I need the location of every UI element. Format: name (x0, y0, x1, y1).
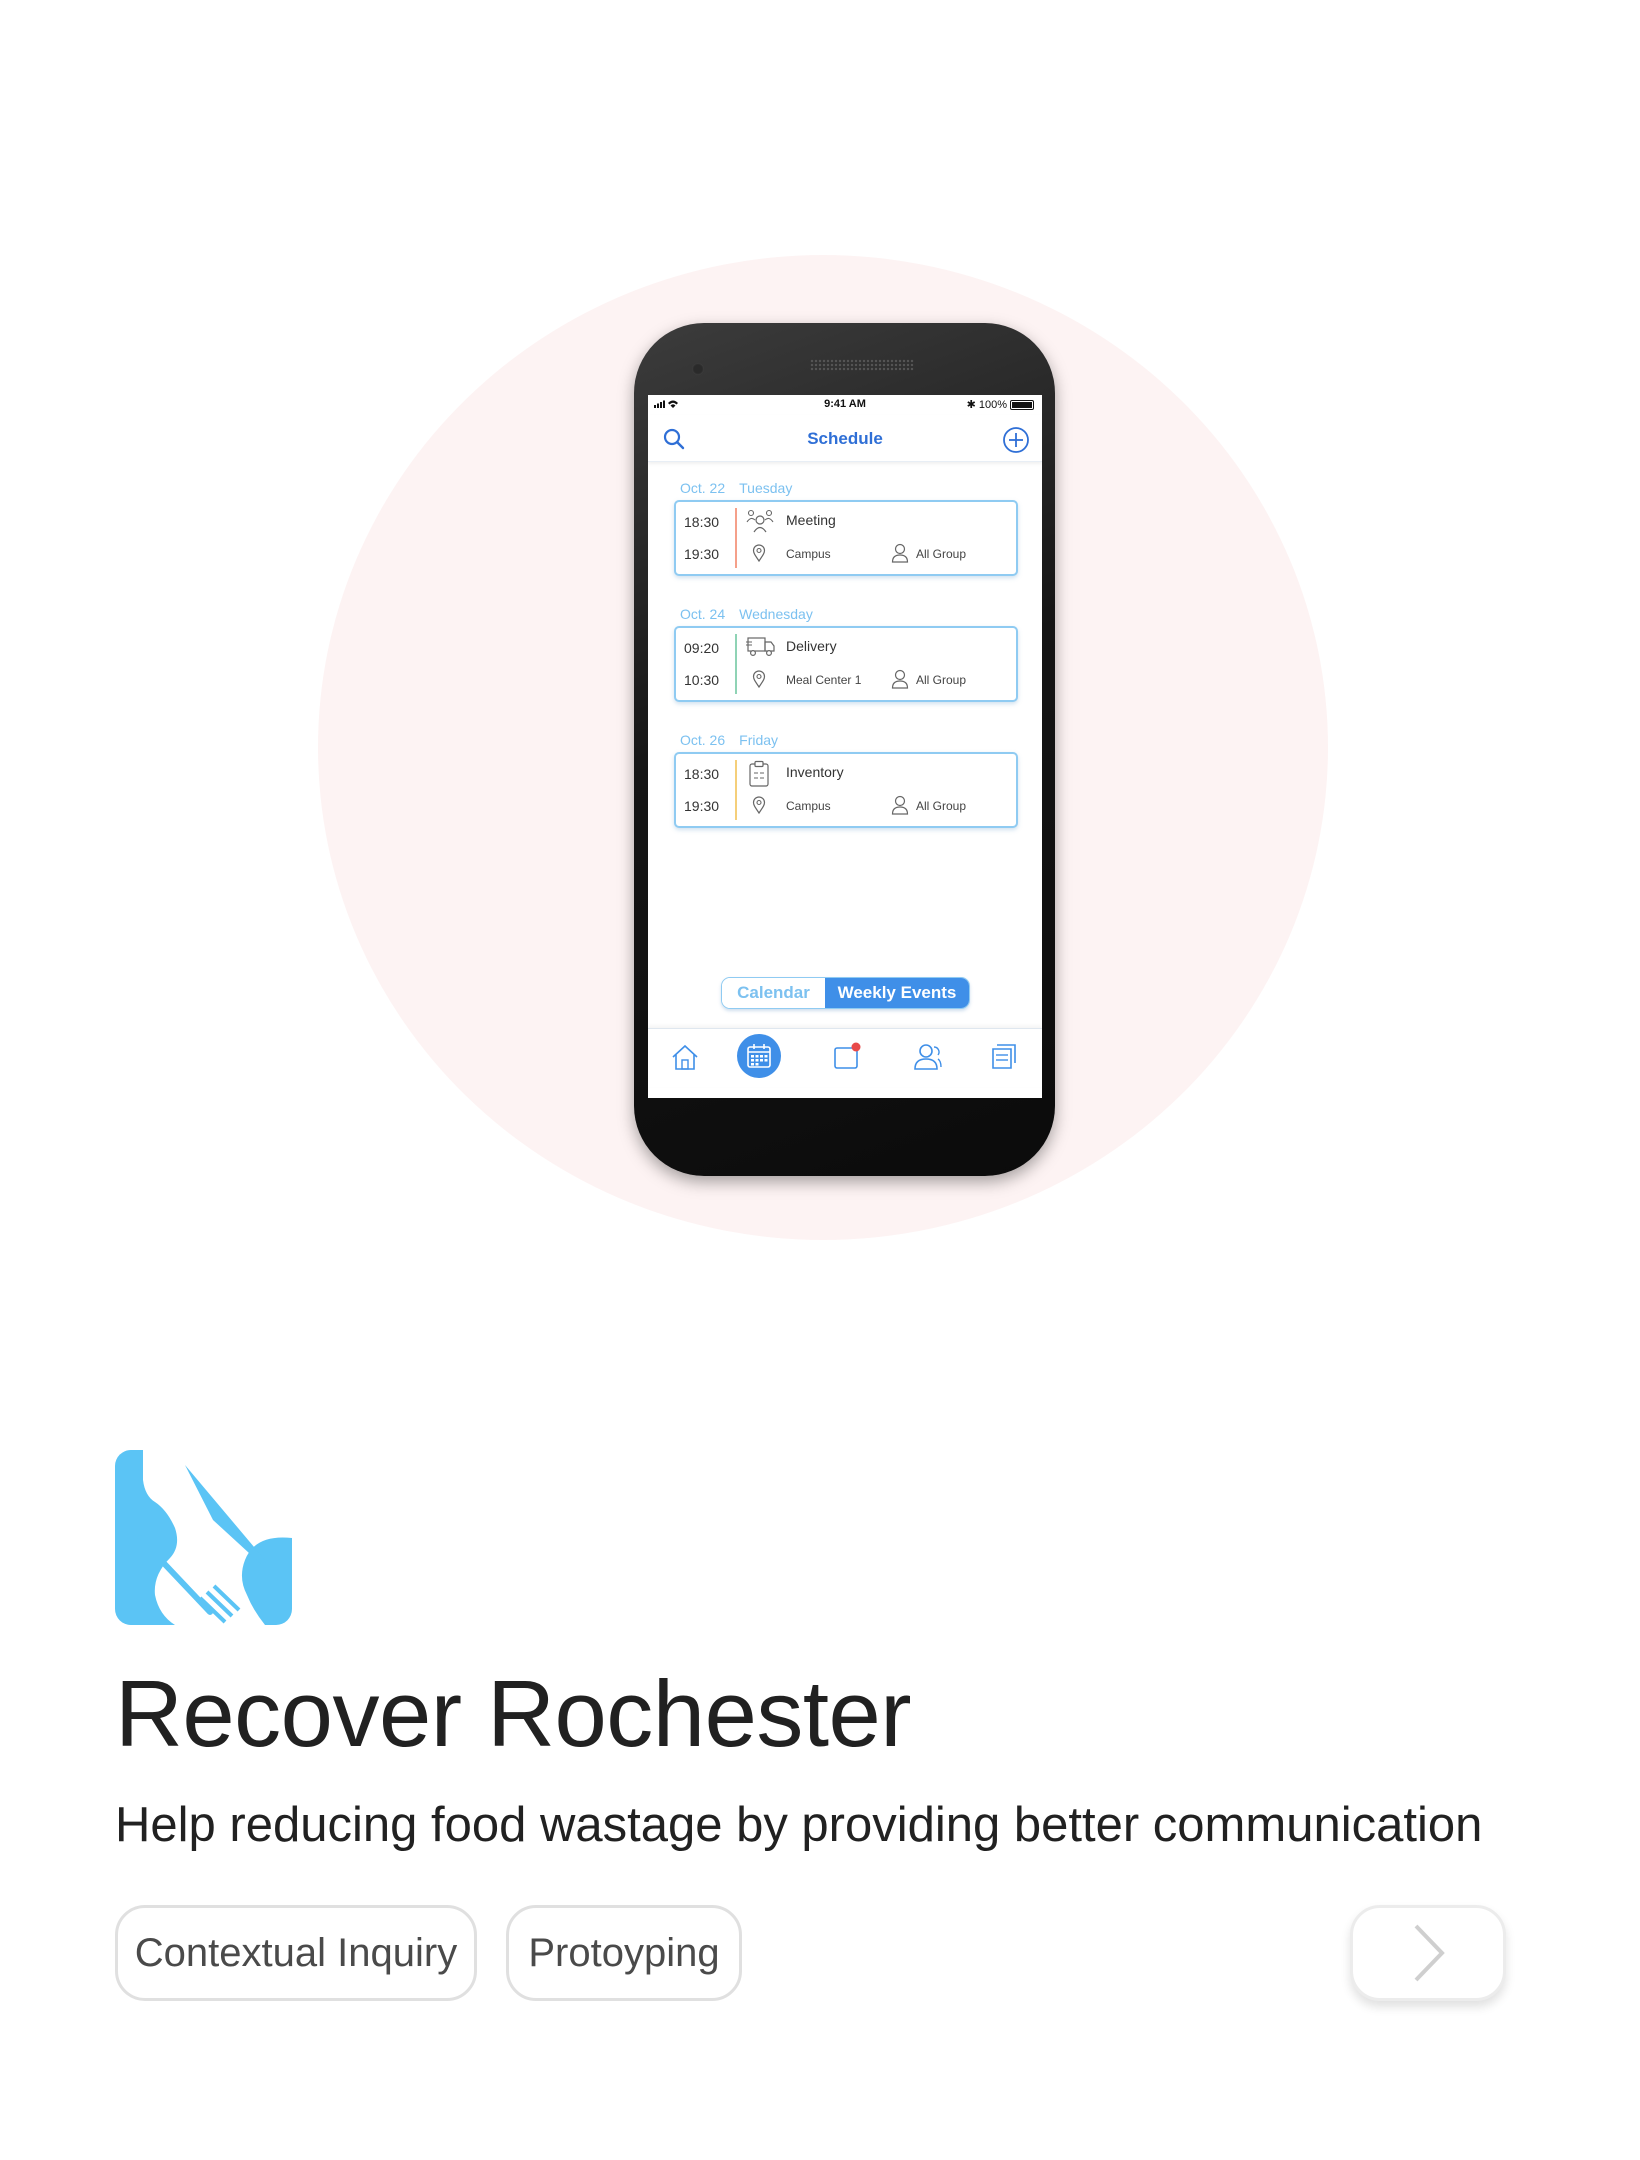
chevron-right-icon (1414, 1924, 1445, 1982)
project-title: Recover Rochester (115, 1661, 912, 1766)
event-end-time: 19:30 (684, 546, 720, 562)
status-battery: ✱ 100% (967, 398, 1034, 411)
documents-icon[interactable] (989, 1041, 1019, 1076)
event-card[interactable]: 09:20 10:30 Delivery Meal Center 1 All G… (674, 626, 1018, 702)
location-pin-icon (752, 796, 766, 819)
tab-bar (648, 1028, 1042, 1087)
battery-percent: 100% (978, 398, 1007, 411)
location-pin-icon (752, 544, 766, 567)
event-accent-bar (735, 760, 737, 820)
day-weekday: Tuesday (739, 480, 793, 496)
event-start-time: 18:30 (684, 514, 720, 530)
calendar-toggle-button[interactable]: Calendar (722, 978, 825, 1008)
notification-icon[interactable] (832, 1041, 862, 1076)
event-start-time: 09:20 (684, 640, 720, 656)
add-event-icon[interactable] (1002, 426, 1030, 459)
event-name: Meeting (786, 512, 836, 528)
phone-speaker (810, 359, 914, 371)
event-location: Campus (786, 547, 831, 561)
clipboard-icon (746, 760, 772, 793)
event-location: Meal Center 1 (786, 673, 862, 687)
event-end-time: 19:30 (684, 798, 720, 814)
knife-fork-logo-icon (115, 1450, 292, 1625)
weekly-events-toggle-button[interactable]: Weekly Events (825, 978, 969, 1008)
tag-chip[interactable]: Protoyping (506, 1905, 742, 2001)
event-group: All Group (916, 673, 967, 687)
event-location: Campus (786, 799, 831, 813)
phone-screen: 9:41 AM ✱ 100% Schedule Oct. 22 Tuesday 1… (648, 395, 1042, 1098)
bluetooth-icon: ✱ (966, 399, 976, 411)
day-weekday: Wednesday (739, 606, 813, 622)
app-header: Schedule (648, 415, 1042, 462)
event-name: Delivery (786, 638, 837, 654)
battery-icon (1010, 399, 1034, 410)
user-icon (891, 669, 909, 694)
event-end-time: 10:30 (684, 672, 720, 688)
event-group: All Group (916, 547, 967, 561)
view-toggle: Calendar Weekly Events (721, 977, 970, 1009)
event-card[interactable]: 18:30 19:30 Meeting Campus All Group (674, 500, 1018, 576)
phone-camera (692, 363, 704, 375)
day-date: Oct. 24 (680, 606, 726, 622)
event-group: All Group (916, 799, 967, 813)
tab-calendar[interactable] (737, 1034, 781, 1078)
calendar-icon (747, 1044, 771, 1068)
day-weekday: Friday (739, 732, 779, 748)
people-icon[interactable] (910, 1041, 942, 1076)
app-logo (115, 1450, 292, 1625)
people-icon (746, 508, 774, 539)
day-label: Oct. 22 Tuesday (680, 480, 792, 496)
event-accent-bar (735, 508, 737, 568)
home-icon[interactable] (670, 1043, 700, 1076)
screen-title: Schedule (807, 429, 883, 448)
user-icon (891, 795, 909, 820)
day-label: Oct. 24 Wednesday (680, 606, 813, 622)
user-icon (891, 543, 909, 568)
location-pin-icon (752, 670, 766, 693)
phone-mockup: 9:41 AM ✱ 100% Schedule Oct. 22 Tuesday 1… (634, 323, 1055, 1176)
event-start-time: 18:30 (684, 766, 720, 782)
day-label: Oct. 26 Friday (680, 732, 778, 748)
truck-icon (746, 634, 776, 663)
status-bar: 9:41 AM ✱ 100% (648, 395, 1042, 415)
day-date: Oct. 26 (680, 732, 726, 748)
event-card[interactable]: 18:30 19:30 Inventory Campus All Group (674, 752, 1018, 828)
event-accent-bar (735, 634, 737, 694)
next-button[interactable] (1350, 1905, 1506, 2001)
day-date: Oct. 22 (680, 480, 726, 496)
event-name: Inventory (786, 764, 844, 780)
tag-chip[interactable]: Contextual Inquiry (115, 1905, 477, 2001)
project-subtitle: Help reducing food wastage by providing … (115, 1798, 1483, 1852)
